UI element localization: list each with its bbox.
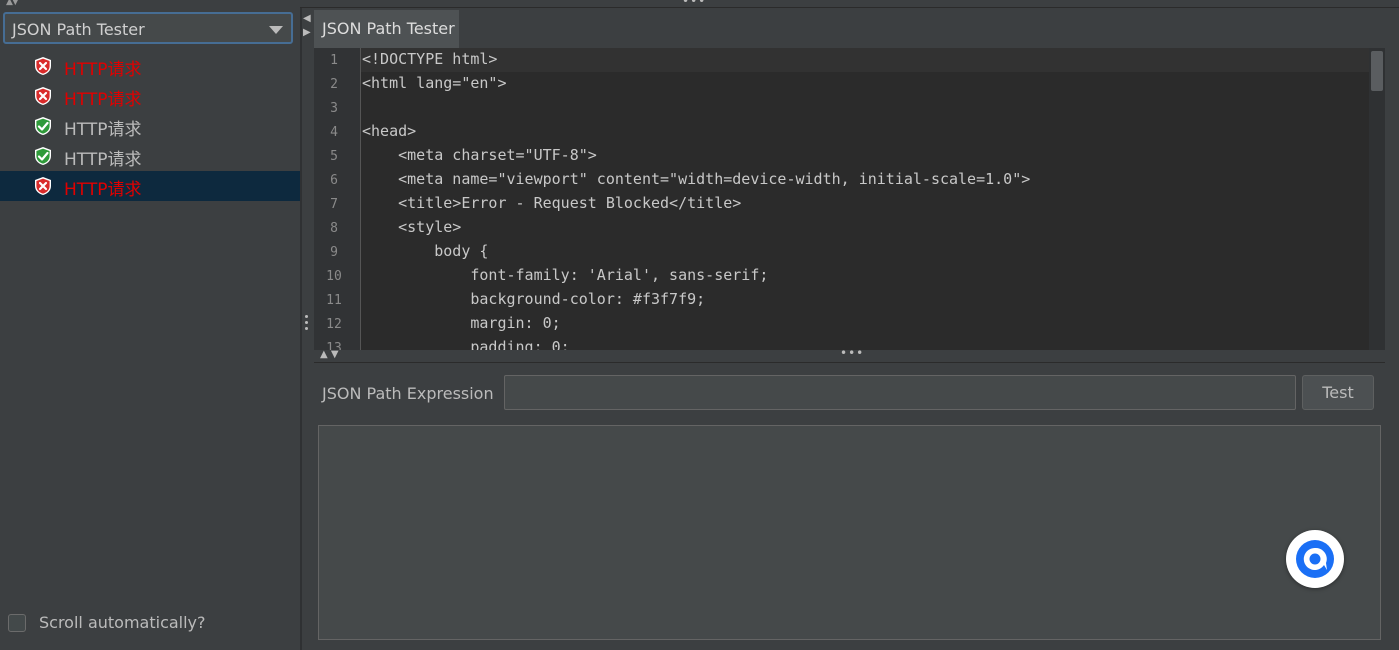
tree-item-label: HTTP请求 [64,120,142,140]
line-number: 8 [330,221,338,236]
tree-item[interactable]: HTTP请求 [0,171,300,201]
response-editor[interactable]: 1 2 3 4 5 6 7 8 9 10 11 12 13 <!DOCTYPE html> <html l… [314,48,1385,350]
line-number: 12 [326,317,342,332]
line-number: 9 [330,245,338,260]
shield-check-icon [35,117,51,135]
chat-bubble-icon [1296,540,1334,578]
result-text-area[interactable] [318,425,1381,640]
tree-item[interactable]: HTTP请求 [0,141,300,171]
line-number-gutter: 1 2 3 4 5 6 7 8 9 10 11 12 13 [314,48,360,350]
code-line: font-family: 'Arial', sans-serif; [361,264,1369,288]
code-line: <html lang="en"> [361,72,1369,96]
line-number: 11 [326,293,342,308]
line-number: 10 [326,269,342,284]
code-line-text: body { [362,242,489,260]
test-button[interactable]: Test [1302,375,1374,410]
code-line-text: <!DOCTYPE html> [362,50,498,68]
code-line-text: margin: 0; [362,314,561,332]
tree-item-label: HTTP请求 [64,180,142,200]
collapse-side-arrows-icon[interactable]: ◀ ▶ [303,12,313,40]
vertical-drag-handle-icon[interactable] [304,315,310,333]
tree-item-label: HTTP请求 [64,60,142,80]
json-path-expression-input[interactable] [504,375,1296,410]
checkbox-box[interactable] [8,614,26,632]
code-line: background-color: #f3f7f9; [361,288,1369,312]
tree-item[interactable]: HTTP请求 [0,111,300,141]
tree-item[interactable]: HTTP请求 [0,51,300,81]
collapse-arrows-icon[interactable]: ▲ ▼ [320,349,339,360]
shield-x-icon [35,87,51,105]
tab-strip [459,10,1399,48]
renderer-select-value: JSON Path Tester [12,20,145,39]
tab-json-path-tester[interactable]: JSON Path Tester [314,10,459,48]
code-line-text: <style> [362,218,462,236]
code-line-text: <title>Error - Request Blocked</title> [362,194,742,212]
line-number: 7 [330,197,338,212]
code-line: <style> [361,216,1369,240]
code-line: <title>Error - Request Blocked</title> [361,192,1369,216]
results-tree-panel: JSON Path Tester HTTP请求 HTTP请求 HTTP请求 HTTP请… [0,8,300,650]
code-line: <head> [361,120,1369,144]
collapse-arrows-icon[interactable]: ▲▼ [6,0,19,7]
code-line-text: padding: 0; [362,338,570,350]
line-number: 4 [330,125,338,140]
code-line: margin: 0; [361,312,1369,336]
line-number: 5 [330,149,338,164]
divider [314,362,1385,363]
code-line: body { [361,240,1369,264]
tree-item[interactable]: HTTP请求 [0,81,300,111]
editor-scrollbar-track[interactable] [1369,48,1385,350]
tree-item-label: HTTP请求 [64,150,142,170]
code-line-text: <meta name="viewport" content="width=dev… [362,170,1031,188]
divider [300,7,1399,8]
assistant-fab-button[interactable] [1286,530,1344,588]
code-line-text: background-color: #f3f7f9; [362,290,706,308]
line-number: 3 [330,101,338,116]
drag-handle-icon[interactable]: ••• [840,346,864,360]
code-line-text: <head> [362,122,417,140]
editor-scrollbar-thumb[interactable] [1371,51,1383,91]
chevron-down-icon [269,26,283,34]
line-number: 2 [330,77,338,92]
renderer-select[interactable]: JSON Path Tester [3,12,293,44]
shield-check-icon [35,147,51,165]
code-line: <meta charset="UTF-8"> [361,144,1369,168]
json-path-expression-label: JSON Path Expression [322,384,494,403]
code-line-text: font-family: 'Arial', sans-serif; [362,266,769,284]
checkbox-label: Scroll automatically? [39,613,206,632]
line-number: 1 [330,53,338,68]
code-line-text: <meta charset="UTF-8"> [362,146,597,164]
line-number: 6 [330,173,338,188]
sample-tree: HTTP请求 HTTP请求 HTTP请求 HTTP请求 HTTP请求 [0,51,300,201]
tab-label: JSON Path Tester [322,19,455,38]
tree-item-label: HTTP请求 [64,90,142,110]
code-line: padding: 0; [361,336,1369,350]
panel-divider[interactable] [300,8,302,650]
shield-x-icon [35,177,51,195]
shield-x-icon [35,57,51,75]
code-line-text: <html lang="en"> [362,74,507,92]
code-line: <!DOCTYPE html> [361,48,1369,72]
code-line: <meta name="viewport" content="width=dev… [361,168,1369,192]
